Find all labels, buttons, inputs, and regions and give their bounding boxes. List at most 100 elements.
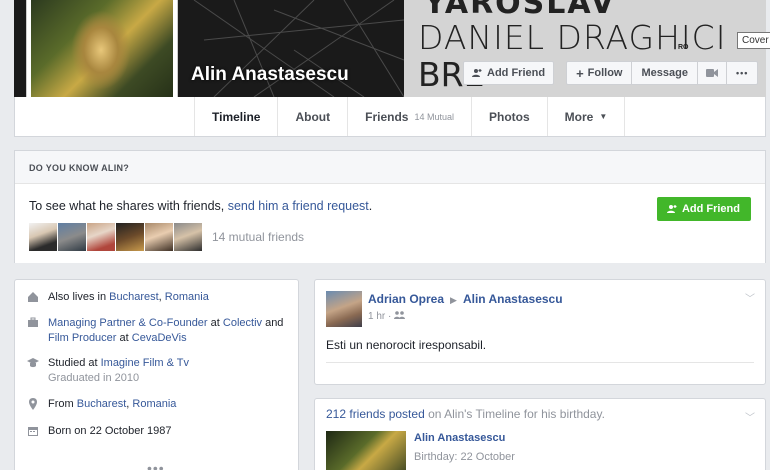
- intro-study: Studied at Imagine Film & Tv Graduated i…: [27, 356, 292, 386]
- intro-born-text: Born on 22 October 1987: [48, 425, 172, 437]
- poster-sub-1: FR: [570, 4, 580, 11]
- tab-friends[interactable]: Friends 14 Mutual: [348, 97, 472, 136]
- birthday-date: Birthday: 22 October: [414, 451, 515, 463]
- chevron-down-icon[interactable]: ﹀: [745, 290, 755, 305]
- arrow-right-icon: ▶: [450, 295, 457, 305]
- message-label: Message: [641, 67, 688, 79]
- cover-tooltip: Cover: [737, 32, 770, 49]
- poster-sub-2: RO: [678, 44, 689, 51]
- birthday-friends-count-link[interactable]: 212 friends: [326, 407, 385, 421]
- post-divider: [326, 362, 754, 363]
- follow-button[interactable]: + Follow: [566, 61, 633, 85]
- tab-label: Photos: [489, 109, 530, 124]
- intro-lives-prefix: Also lives in: [48, 291, 110, 303]
- post-author-link[interactable]: Adrian Oprea: [368, 292, 444, 306]
- birthday-name-link[interactable]: Alin Anastasescu: [414, 432, 505, 444]
- intro-work: Managing Partner & Co-Founder at Colecti…: [27, 316, 292, 346]
- post-target-link[interactable]: Alin Anastasescu: [463, 292, 563, 306]
- profile-tabs: Timeline About Friends 14 Mutual Photos M…: [194, 97, 626, 136]
- graduation-cap-icon: [27, 358, 39, 368]
- tab-label: Friends: [365, 109, 409, 124]
- work-at-1: at: [207, 317, 223, 329]
- do-you-know-title: DO YOU KNOW ALIN?: [15, 151, 765, 184]
- work-org-1-link[interactable]: Colectiv: [223, 317, 262, 329]
- add-friend-button[interactable]: Add Friend: [463, 61, 555, 85]
- more-options-button[interactable]: •••: [726, 61, 759, 85]
- intro-from-text: From Bucharest, Romania: [48, 397, 176, 412]
- caret-down-icon: ▼: [599, 112, 608, 121]
- add-friend-label: Add Friend: [681, 203, 740, 215]
- avatar[interactable]: [58, 223, 86, 251]
- post-text: Esti un nenorocit iresponsabil.: [326, 338, 487, 352]
- add-friend-icon: [666, 205, 677, 213]
- intro-lives: Also lives in Bucharest, Romania: [27, 290, 292, 305]
- from-city-link[interactable]: Bucharest: [77, 398, 127, 410]
- intro-lives-text: Also lives in Bucharest, Romania: [48, 290, 209, 305]
- avatar[interactable]: [116, 223, 144, 251]
- study-graduated: Graduated in 2010: [48, 372, 140, 384]
- location-pin-icon: [29, 398, 37, 410]
- intro-born: Born on 22 October 1987: [27, 424, 292, 439]
- tab-timeline[interactable]: Timeline: [194, 97, 279, 136]
- cover-actions: Add Friend + Follow Message •••: [463, 61, 759, 85]
- tab-label: More: [564, 109, 594, 124]
- work-role-1-link[interactable]: Managing Partner & Co-Founder: [48, 317, 208, 329]
- message-button[interactable]: Message: [632, 61, 698, 85]
- send-friend-request-link[interactable]: send him a friend request: [228, 199, 369, 213]
- video-call-button[interactable]: [697, 61, 727, 85]
- study-school-link[interactable]: Imagine Film & Tv: [101, 357, 189, 369]
- study-prefix: Studied at: [48, 357, 101, 369]
- follow-label: Follow: [587, 67, 623, 79]
- avatar[interactable]: [87, 223, 115, 251]
- profile-name[interactable]: Alin Anastasescu: [191, 64, 349, 86]
- know-text-suffix: .: [368, 199, 373, 213]
- birthday-posted-link[interactable]: posted: [385, 407, 425, 421]
- add-friend-label: Add Friend: [487, 67, 546, 79]
- tab-more[interactable]: More ▼: [548, 97, 626, 136]
- birthday-header: 212 friends posted on Alin's Timeline fo…: [326, 407, 605, 421]
- add-friend-icon: [472, 69, 482, 77]
- tab-label: Timeline: [212, 109, 261, 124]
- tab-photos[interactable]: Photos: [472, 97, 548, 136]
- birthday-post: 212 friends posted on Alin's Timeline fo…: [314, 398, 766, 470]
- intro-card: Also lives in Bucharest, Romania Managin…: [14, 279, 299, 470]
- avatar[interactable]: [145, 223, 173, 251]
- birthday-thumbnail[interactable]: [326, 431, 406, 470]
- do-you-know-box: DO YOU KNOW ALIN? To see what he shares …: [14, 150, 766, 263]
- from-prefix: From: [48, 398, 77, 410]
- intro-more-dots[interactable]: •••: [147, 460, 165, 470]
- avatar[interactable]: [29, 223, 57, 251]
- briefcase-icon: [28, 317, 38, 327]
- calendar-icon: [28, 427, 38, 436]
- plus-icon: +: [576, 65, 584, 81]
- know-text-prefix: To see what he shares with friends,: [29, 199, 228, 213]
- tab-label: About: [295, 109, 331, 124]
- from-country-link[interactable]: Romania: [132, 398, 176, 410]
- post-timestamp[interactable]: 1 hr: [368, 311, 385, 322]
- intro-from: From Bucharest, Romania: [27, 397, 292, 412]
- house-icon: [28, 292, 38, 302]
- video-camera-icon: [705, 69, 718, 77]
- avatar[interactable]: [174, 223, 202, 251]
- avatar[interactable]: [326, 291, 362, 327]
- lives-city-link[interactable]: Bucharest: [109, 291, 159, 303]
- birthday-header-rest: on Alin's Timeline for his birthday.: [424, 407, 605, 421]
- work-role-2-link[interactable]: Film Producer: [48, 332, 116, 344]
- mutual-count-badge: 14 Mutual: [414, 111, 454, 122]
- do-you-know-body: To see what he shares with friends, send…: [15, 184, 765, 263]
- mutual-friends-count[interactable]: 14 mutual friends: [212, 230, 304, 244]
- intro-study-text: Studied at Imagine Film & Tv Graduated i…: [48, 356, 189, 386]
- more-dots-icon: •••: [735, 68, 749, 78]
- post-meta: 1 hr ·: [368, 311, 406, 322]
- lives-country-link[interactable]: Romania: [165, 291, 209, 303]
- mutual-friends-avatars: [29, 223, 203, 251]
- cover-button-group: + Follow Message •••: [566, 61, 759, 85]
- do-you-know-text: To see what he shares with friends, send…: [29, 199, 372, 213]
- work-org-2-link[interactable]: CevaDeVis: [132, 332, 187, 344]
- chevron-down-icon[interactable]: ﹀: [745, 409, 755, 424]
- friends-audience-icon[interactable]: [394, 311, 406, 319]
- poster-title-2: DANIEL DRAGHICI: [418, 18, 727, 57]
- tab-about[interactable]: About: [278, 97, 349, 136]
- work-at-2: at: [116, 332, 132, 344]
- add-friend-green-button[interactable]: Add Friend: [656, 197, 751, 221]
